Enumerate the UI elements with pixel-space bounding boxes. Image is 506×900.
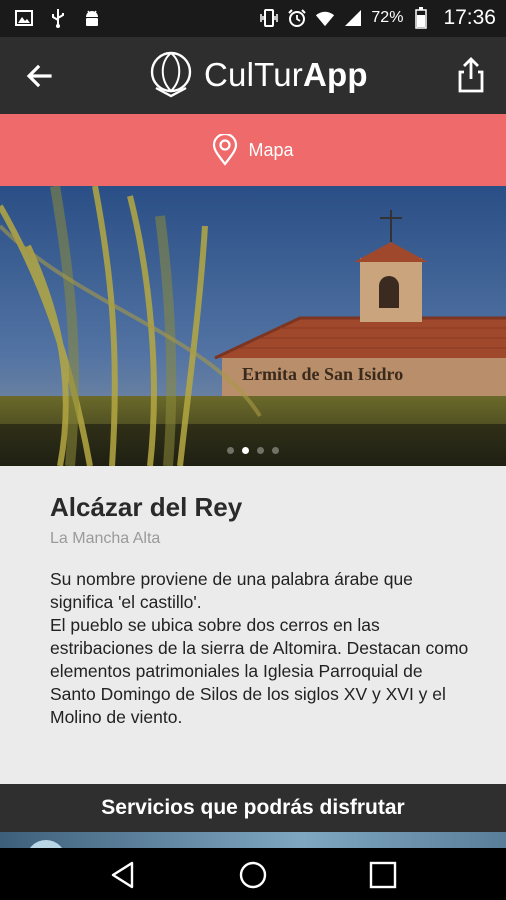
place-title: Alcázar del Rey [50, 492, 243, 522]
app-logo: CulTurApp [146, 50, 368, 100]
alarm-icon [287, 8, 307, 28]
wifi-icon [315, 8, 335, 28]
place-region: La Mancha Alta [50, 530, 161, 547]
description-paragraph: Su nombre proviene de una palabra árabe … [50, 569, 413, 612]
map-label: Mapa [248, 139, 294, 160]
back-button[interactable] [22, 59, 56, 93]
app-title: CulTurApp [204, 56, 368, 94]
android-icon [82, 8, 102, 28]
nav-recents-button[interactable] [368, 860, 398, 890]
battery-icon [411, 7, 431, 29]
location-pin-icon [213, 134, 238, 166]
home-circle-icon [239, 861, 267, 889]
back-triangle-icon [111, 861, 134, 889]
app-title-bold: App [303, 56, 368, 93]
app-title-regular: CulTur [204, 56, 303, 93]
vibrate-icon [259, 8, 279, 28]
signal-icon [343, 8, 363, 28]
status-right: 72% 17:36 [259, 6, 496, 30]
status-left-icons [14, 8, 102, 28]
system-nav-bar [0, 848, 506, 900]
carousel-dot[interactable] [227, 447, 234, 454]
carousel-indicators [0, 447, 506, 454]
services-preview-image [0, 832, 506, 848]
share-icon [458, 57, 484, 93]
carousel-dot-active[interactable] [242, 447, 249, 454]
brand-globe-icon [150, 51, 192, 98]
hero-sign-text: Ermita de San Isidro [242, 364, 403, 384]
services-heading: Servicios que podrás disfrutar [0, 784, 506, 832]
place-description: Su nombre proviene de una palabra árabe … [50, 568, 470, 729]
map-button[interactable]: Mapa [0, 114, 506, 186]
usb-icon [48, 8, 68, 28]
clock: 17:36 [443, 6, 496, 29]
hero-photo: Ermita de San Isidro [0, 186, 506, 466]
share-button[interactable] [454, 55, 488, 95]
arrow-back-icon [26, 64, 52, 88]
image-icon [14, 8, 34, 28]
place-details: Alcázar del Rey La Mancha Alta Su nombre… [0, 466, 506, 784]
app-bar: CulTurApp [0, 37, 506, 114]
status-bar: 72% 17:36 [0, 0, 506, 37]
description-paragraph: El pueblo se ubica sobre dos cerros en l… [50, 615, 469, 727]
service-thumbnail[interactable] [26, 840, 66, 848]
nav-back-button[interactable] [108, 860, 138, 890]
carousel-dot[interactable] [272, 447, 279, 454]
carousel-dot[interactable] [257, 447, 264, 454]
hero-image-carousel[interactable]: Ermita de San Isidro [0, 186, 506, 466]
recents-square-icon [369, 861, 397, 889]
battery-percent: 72% [371, 9, 404, 26]
nav-home-button[interactable] [238, 860, 268, 890]
